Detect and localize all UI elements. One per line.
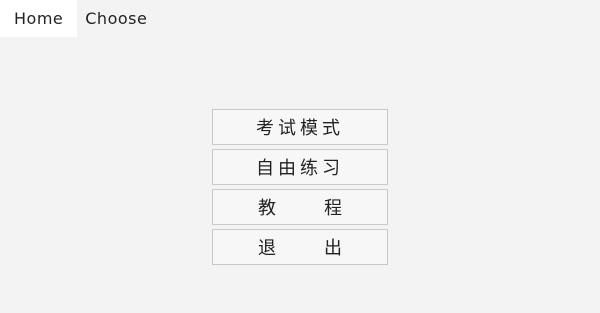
tab-home[interactable]: Home (0, 0, 78, 37)
exit-label-part-1: 退 (258, 238, 276, 259)
app-window: Home Choose 考试模式 自由练习 教程 退出 (0, 0, 600, 313)
free-practice-button[interactable]: 自由练习 (212, 149, 388, 185)
exam-mode-button[interactable]: 考试模式 (212, 109, 388, 145)
exit-button[interactable]: 退出 (212, 229, 388, 265)
tutorial-label-part-1: 教 (258, 198, 276, 219)
tutorial-label-part-2: 程 (324, 198, 342, 219)
main-menu: 考试模式 自由练习 教程 退出 (212, 109, 388, 265)
exit-label-part-2: 出 (324, 238, 342, 259)
tab-bar: Home Choose (0, 0, 155, 37)
tutorial-button[interactable]: 教程 (212, 189, 388, 225)
tab-choose[interactable]: Choose (77, 0, 155, 37)
